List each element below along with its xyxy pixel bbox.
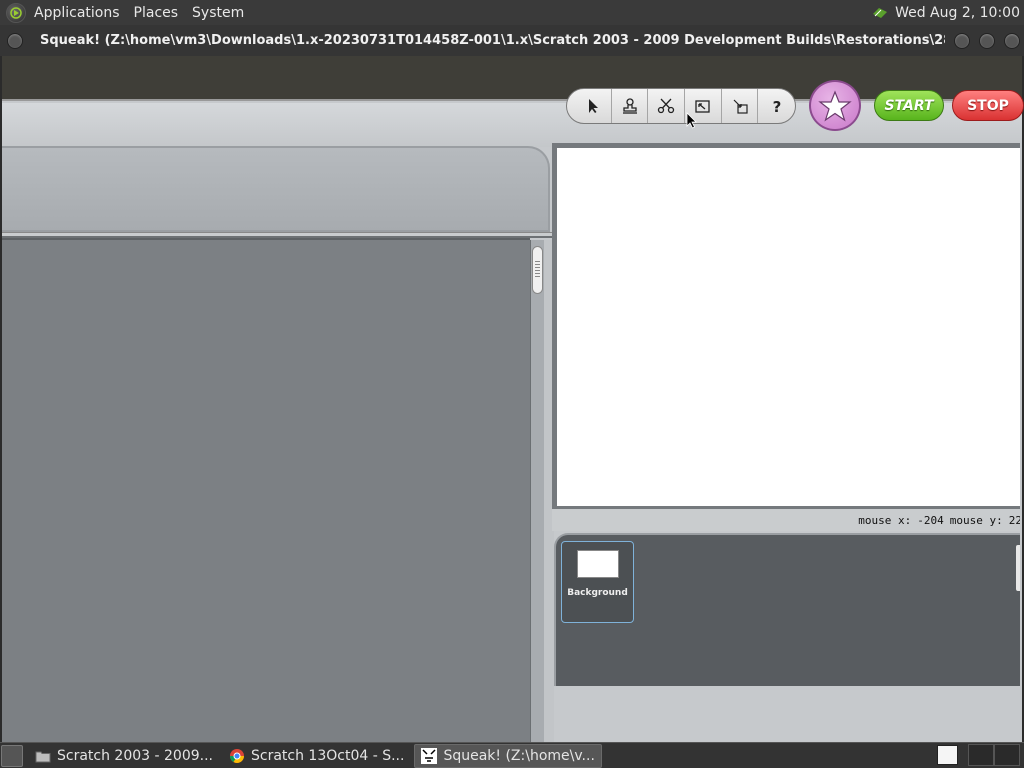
minimize-icon[interactable] [954, 32, 970, 49]
shrink-icon [733, 99, 748, 114]
background-image [577, 550, 619, 578]
chrome-icon [230, 748, 244, 763]
app-top-strip [2, 56, 1022, 101]
svg-text:?: ? [772, 98, 781, 115]
mouse-readout: mouse x: -204 mouse y: 22 [552, 509, 1020, 531]
folder-icon [35, 751, 51, 762]
app-header [2, 103, 1022, 147]
stop-button[interactable]: STOP [952, 90, 1024, 121]
close-icon[interactable] [1004, 32, 1020, 49]
taskbar: Scratch 2003 - 2009... Scratch 13Oct04 -… [0, 742, 1024, 768]
scissors-tool[interactable] [648, 89, 686, 123]
help-tool[interactable]: ? [758, 89, 795, 123]
arrow-tool[interactable] [575, 89, 612, 123]
scripts-area[interactable] [2, 238, 530, 742]
mouse-cursor-icon [686, 112, 697, 129]
stamp-icon [622, 98, 637, 114]
mouse-x-label: mouse x: [858, 513, 912, 527]
sprite-info-panel [2, 146, 550, 232]
shrink-tool[interactable] [722, 89, 759, 123]
top-panel: Applications Places System Wed Aug 2, 10… [0, 0, 1024, 25]
mouse-y-label: mouse y: [949, 513, 1003, 527]
stamp-tool[interactable] [612, 89, 649, 123]
menu-system[interactable]: System [192, 5, 244, 21]
clock[interactable]: Wed Aug 2, 10:00 [895, 5, 1020, 21]
squeak-tray-icon[interactable] [937, 745, 958, 765]
network-icon[interactable] [871, 6, 889, 20]
maximize-icon[interactable] [979, 32, 995, 49]
window-title: Squeak! (Z:\home\vm3\Downloads\1.x-20230… [40, 33, 945, 48]
task-scratch-folder[interactable]: Scratch 2003 - 2009... [29, 744, 219, 768]
show-desktop-icon[interactable] [1, 744, 23, 767]
task-label: Scratch 2003 - 2009... [57, 747, 213, 764]
arrow-icon [588, 99, 598, 113]
mouse-x-value: -204 [917, 513, 944, 527]
scroll-thumb[interactable] [532, 246, 543, 294]
background-thumbnail[interactable]: Background [561, 541, 634, 623]
scripts-scrollbar[interactable] [530, 240, 544, 742]
task-chrome[interactable]: Scratch 13Oct04 - S... [223, 744, 410, 768]
workspace-switcher[interactable] [968, 744, 1020, 766]
mouse-y-value: 22 [1008, 513, 1020, 527]
star-icon [818, 89, 852, 121]
task-squeak[interactable]: Squeak! (Z:\home\v... [414, 743, 602, 768]
menu-places[interactable]: Places [134, 5, 179, 21]
window-titlebar[interactable]: Squeak! (Z:\home\vm3\Downloads\1.x-20230… [0, 25, 1024, 56]
tool-bar: ? [566, 88, 796, 124]
help-icon: ? [772, 98, 781, 115]
task-label: Scratch 13Oct04 - S... [251, 747, 405, 764]
window-menu-icon[interactable] [7, 32, 23, 49]
stage[interactable] [557, 148, 1020, 506]
sprite-library-edge [1016, 545, 1020, 591]
background-label: Background [567, 588, 628, 598]
task-label: Squeak! (Z:\home\v... [443, 747, 595, 764]
squeak-icon [421, 747, 438, 764]
paint-new-sprite-button[interactable] [809, 80, 861, 131]
gnome-logo-icon[interactable] [6, 2, 26, 23]
scissors-icon [658, 98, 675, 114]
start-button[interactable]: START [874, 90, 944, 121]
menu-applications[interactable]: Applications [34, 5, 120, 21]
workspace-2[interactable] [994, 744, 1020, 766]
workspace-1[interactable] [968, 744, 994, 766]
